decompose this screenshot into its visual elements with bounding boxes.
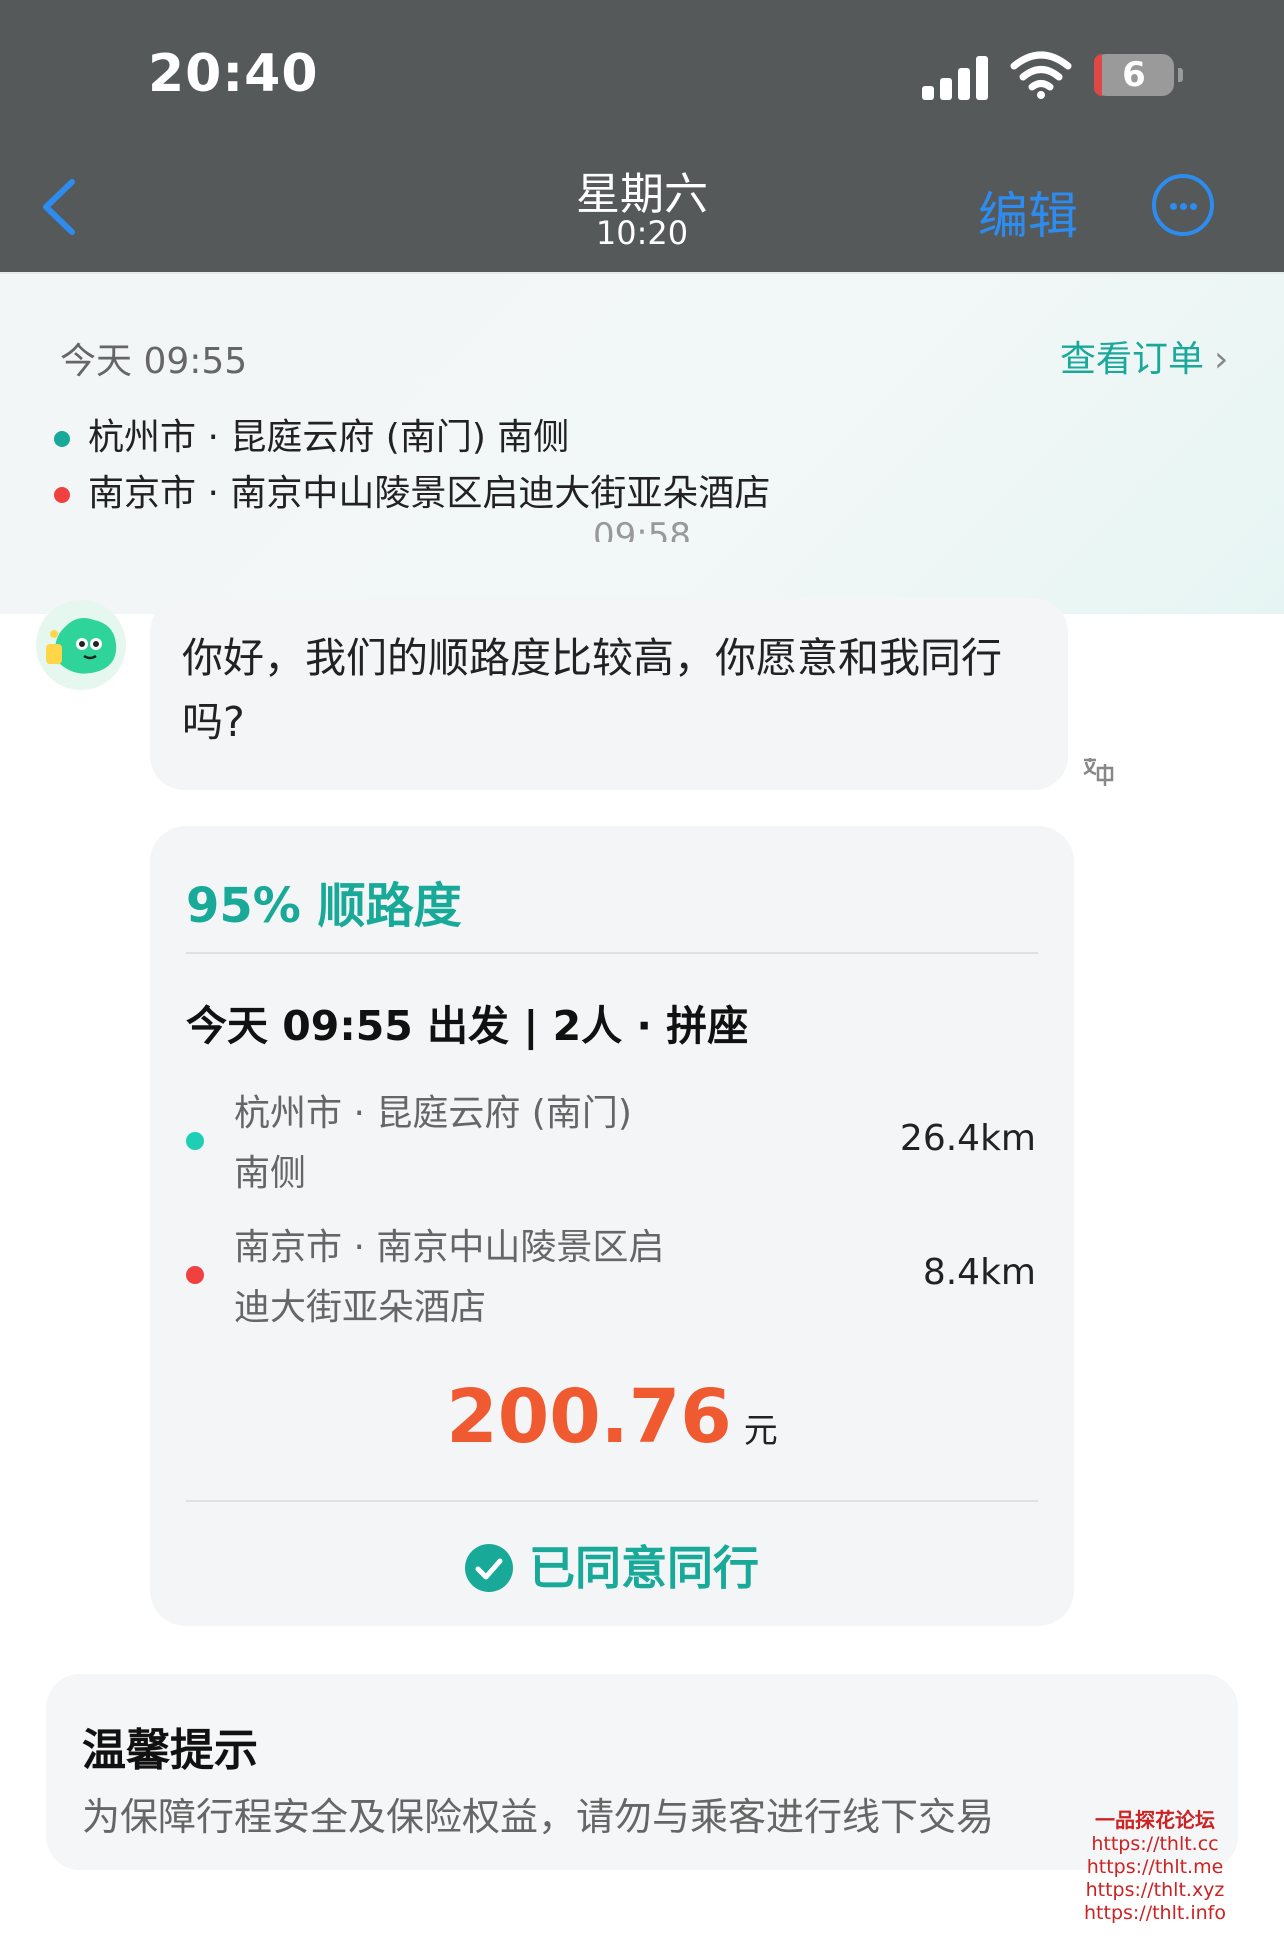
destination-dot [186, 1266, 204, 1284]
destination-distance: 8.4km [922, 1252, 1036, 1293]
chat-timestamp: 09:58 [593, 516, 691, 542]
watermark-url: https://thlt.xyz [1085, 1879, 1225, 1901]
price-value: 200.76 [446, 1374, 732, 1460]
signal-icon [922, 54, 992, 100]
destination-dot [54, 487, 70, 503]
divider [186, 1500, 1038, 1502]
price-row: 200.76 元 [150, 1374, 1074, 1460]
origin-dot [54, 431, 70, 447]
watermark-url: https://thlt.cc [1091, 1833, 1219, 1855]
more-icon[interactable] [1152, 174, 1214, 236]
view-order-link[interactable]: 查看订单 › [1060, 330, 1228, 382]
check-circle-icon [465, 1543, 513, 1592]
origin-address: 杭州市 · 昆庭云府 (南门) 南侧 [234, 1093, 632, 1194]
match-rate: 95% 顺路度 [186, 878, 462, 934]
destination-text: 南京市 · 南京中山陵景区启迪大街亚朵酒店 [88, 473, 771, 514]
avatar[interactable] [36, 600, 126, 690]
trip-card[interactable]: 95% 顺路度 今天 09:55 出发 | 2人 · 拼座 杭州市 · 昆庭云府… [150, 826, 1074, 1626]
tips-body: 为保障行程安全及保险权益，请勿与乘客进行线下交易 [82, 1795, 995, 1839]
battery-level: 6 [1122, 55, 1146, 95]
origin-dot [186, 1132, 204, 1150]
destination-address: 南京市 · 南京中山陵景区启迪大街亚朵酒店 [234, 1227, 665, 1328]
agreed-label: 已同意同行 [529, 1541, 759, 1595]
edit-button[interactable]: 编辑 [978, 176, 1078, 248]
battery-icon: 6 [1094, 54, 1183, 96]
translate-icon[interactable] [1080, 754, 1116, 790]
mascot-icon [46, 618, 117, 674]
origin-distance: 26.4km [899, 1118, 1036, 1159]
message-bubble[interactable]: 你好，我们的顺路度比较高，你愿意和我同行吗? [150, 598, 1068, 790]
order-date: 今天 09:55 [60, 341, 248, 382]
divider [186, 952, 1038, 954]
watermark: 一品探花论坛 https://thlt.cc https://thlt.me h… [1060, 1804, 1250, 1925]
origin-text: 杭州市 · 昆庭云府 (南门) 南侧 [88, 417, 570, 458]
tips-title: 温馨提示 [82, 1725, 258, 1776]
price-unit: 元 [743, 1411, 778, 1451]
chat-subtitle: 10:20 [595, 214, 689, 252]
order-destination: 南京市 · 南京中山陵景区启迪大街亚朵酒店 [54, 464, 770, 516]
watermark-url: https://thlt.info [1084, 1902, 1226, 1924]
view-order-label: 查看订单 [1060, 339, 1205, 380]
wifi-icon [1010, 51, 1072, 99]
chat-title: 星期六 [576, 169, 708, 220]
order-origin: 杭州市 · 昆庭云府 (南门) 南侧 [54, 408, 569, 460]
watermark-url: https://thlt.me [1086, 1856, 1224, 1878]
chevron-right-icon: › [1214, 339, 1229, 380]
watermark-title: 一品探花论坛 [1095, 1808, 1215, 1832]
top-bar: 20:40 6 星期六 10:20 编辑 [0, 0, 1284, 272]
order-summary: 今天 09:55 查看订单 › 杭州市 · 昆庭云府 (南门) 南侧 南京市 · … [0, 272, 1284, 614]
status-time: 20:40 [148, 44, 319, 104]
agreed-status: 已同意同行 [150, 1532, 1074, 1598]
message-text: 你好，我们的顺路度比较高，你愿意和我同行吗? [182, 634, 1002, 746]
trip-info: 今天 09:55 出发 | 2人 · 拼座 [186, 1002, 749, 1050]
